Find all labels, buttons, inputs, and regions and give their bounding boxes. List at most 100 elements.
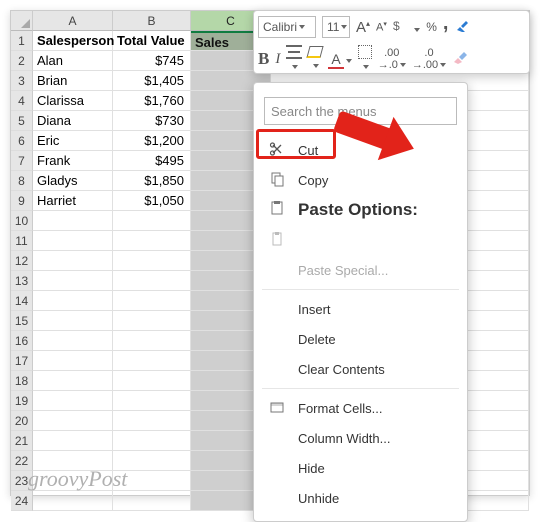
decimal-decrease-icon[interactable]: .00→.0 xyxy=(378,47,406,71)
cell[interactable]: Harriet xyxy=(33,191,113,211)
cell[interactable] xyxy=(113,251,191,271)
cell[interactable] xyxy=(113,431,191,451)
cell[interactable] xyxy=(113,291,191,311)
row-header[interactable]: 11 xyxy=(11,231,33,251)
row-header[interactable]: 13 xyxy=(11,271,33,291)
row-header[interactable]: 17 xyxy=(11,351,33,371)
cell[interactable] xyxy=(33,291,113,311)
cell[interactable]: $495 xyxy=(113,151,191,171)
row-header[interactable]: 1 xyxy=(11,31,33,51)
cell[interactable]: $1,405 xyxy=(113,71,191,91)
bold-button[interactable]: B xyxy=(258,49,269,69)
cell[interactable]: Salesperson xyxy=(33,31,113,51)
menu-paste-options-label: Paste Options: xyxy=(298,200,418,220)
cell[interactable] xyxy=(33,311,113,331)
cell[interactable] xyxy=(113,371,191,391)
row-header[interactable]: 7 xyxy=(11,151,33,171)
format-cells-icon xyxy=(268,399,286,418)
row-header[interactable]: 9 xyxy=(11,191,33,211)
italic-button[interactable]: I xyxy=(275,51,280,68)
row-header[interactable]: 10 xyxy=(11,211,33,231)
cell[interactable]: $1,760 xyxy=(113,91,191,111)
cell[interactable] xyxy=(33,491,113,511)
row-header[interactable]: 19 xyxy=(11,391,33,411)
cell[interactable] xyxy=(33,371,113,391)
cell[interactable]: $1,200 xyxy=(113,131,191,151)
cell[interactable] xyxy=(113,271,191,291)
fill-color-button[interactable] xyxy=(308,46,322,72)
font-select[interactable]: Calibri xyxy=(258,16,316,38)
row-header[interactable]: 12 xyxy=(11,251,33,271)
row-header[interactable]: 16 xyxy=(11,331,33,351)
borders-button[interactable] xyxy=(358,45,372,73)
clear-format-icon[interactable] xyxy=(452,50,468,69)
cell[interactable]: Gladys xyxy=(33,171,113,191)
cell[interactable] xyxy=(113,331,191,351)
cell[interactable] xyxy=(33,351,113,371)
menu-copy[interactable]: Copy xyxy=(254,165,467,195)
menu-column-width[interactable]: Column Width... xyxy=(254,423,467,453)
row-header[interactable]: 24 xyxy=(11,491,33,511)
row-header[interactable]: 14 xyxy=(11,291,33,311)
cell[interactable] xyxy=(33,431,113,451)
cell[interactable] xyxy=(33,271,113,291)
menu-clear-contents[interactable]: Clear Contents xyxy=(254,354,467,384)
cell[interactable] xyxy=(33,251,113,271)
row-header[interactable]: 8 xyxy=(11,171,33,191)
row-header[interactable]: 2 xyxy=(11,51,33,71)
separator xyxy=(262,289,459,290)
menu-delete[interactable]: Delete xyxy=(254,324,467,354)
cell[interactable] xyxy=(33,331,113,351)
row-header[interactable]: 6 xyxy=(11,131,33,151)
font-color-button[interactable]: A xyxy=(328,51,351,67)
font-size-select[interactable]: 11 xyxy=(322,16,350,38)
cell[interactable]: Brian xyxy=(33,71,113,91)
cell[interactable]: Clarissa xyxy=(33,91,113,111)
comma-format-icon[interactable]: , xyxy=(443,12,449,35)
accounting-format-icon[interactable]: $ xyxy=(393,18,420,37)
cell[interactable]: Eric xyxy=(33,131,113,151)
column-header-b[interactable]: B xyxy=(113,11,191,31)
menu-unhide[interactable]: Unhide xyxy=(254,483,467,513)
cell[interactable] xyxy=(33,231,113,251)
row-header[interactable]: 15 xyxy=(11,311,33,331)
cell[interactable]: $1,850 xyxy=(113,171,191,191)
cell[interactable] xyxy=(113,391,191,411)
cell[interactable]: $745 xyxy=(113,51,191,71)
column-header-a[interactable]: A xyxy=(33,11,113,31)
cell[interactable]: Frank xyxy=(33,151,113,171)
row-header[interactable]: 5 xyxy=(11,111,33,131)
menu-paste-special-label: Paste Special... xyxy=(298,263,388,278)
cell[interactable] xyxy=(113,491,191,511)
increase-font-icon[interactable]: A▴ xyxy=(356,19,370,36)
cell[interactable] xyxy=(113,351,191,371)
menu-hide[interactable]: Hide xyxy=(254,453,467,483)
row-header[interactable]: 20 xyxy=(11,411,33,431)
cell[interactable] xyxy=(113,411,191,431)
percent-format-icon[interactable]: % xyxy=(426,20,437,34)
separator xyxy=(262,388,459,389)
cell[interactable] xyxy=(33,411,113,431)
align-button[interactable] xyxy=(286,45,302,73)
row-header[interactable]: 3 xyxy=(11,71,33,91)
decrease-font-icon[interactable]: A▾ xyxy=(376,20,387,34)
row-header[interactable]: 18 xyxy=(11,371,33,391)
cell[interactable]: $730 xyxy=(113,111,191,131)
row-header[interactable]: 21 xyxy=(11,431,33,451)
cell[interactable] xyxy=(33,391,113,411)
menu-insert[interactable]: Insert xyxy=(254,294,467,324)
format-painter-icon[interactable] xyxy=(454,18,470,37)
cell[interactable] xyxy=(113,231,191,251)
cell[interactable]: Total Value xyxy=(113,31,191,51)
menu-paste-options: Paste Options: xyxy=(254,195,467,225)
cell[interactable] xyxy=(113,211,191,231)
select-all-corner[interactable] xyxy=(11,11,33,31)
row-header[interactable]: 4 xyxy=(11,91,33,111)
cell[interactable] xyxy=(33,211,113,231)
menu-format-cells[interactable]: Format Cells... xyxy=(254,393,467,423)
cell[interactable]: Alan xyxy=(33,51,113,71)
cell[interactable]: Diana xyxy=(33,111,113,131)
cell[interactable] xyxy=(113,311,191,331)
decimal-increase-icon[interactable]: .0→.00 xyxy=(412,47,446,71)
cell[interactable]: $1,050 xyxy=(113,191,191,211)
